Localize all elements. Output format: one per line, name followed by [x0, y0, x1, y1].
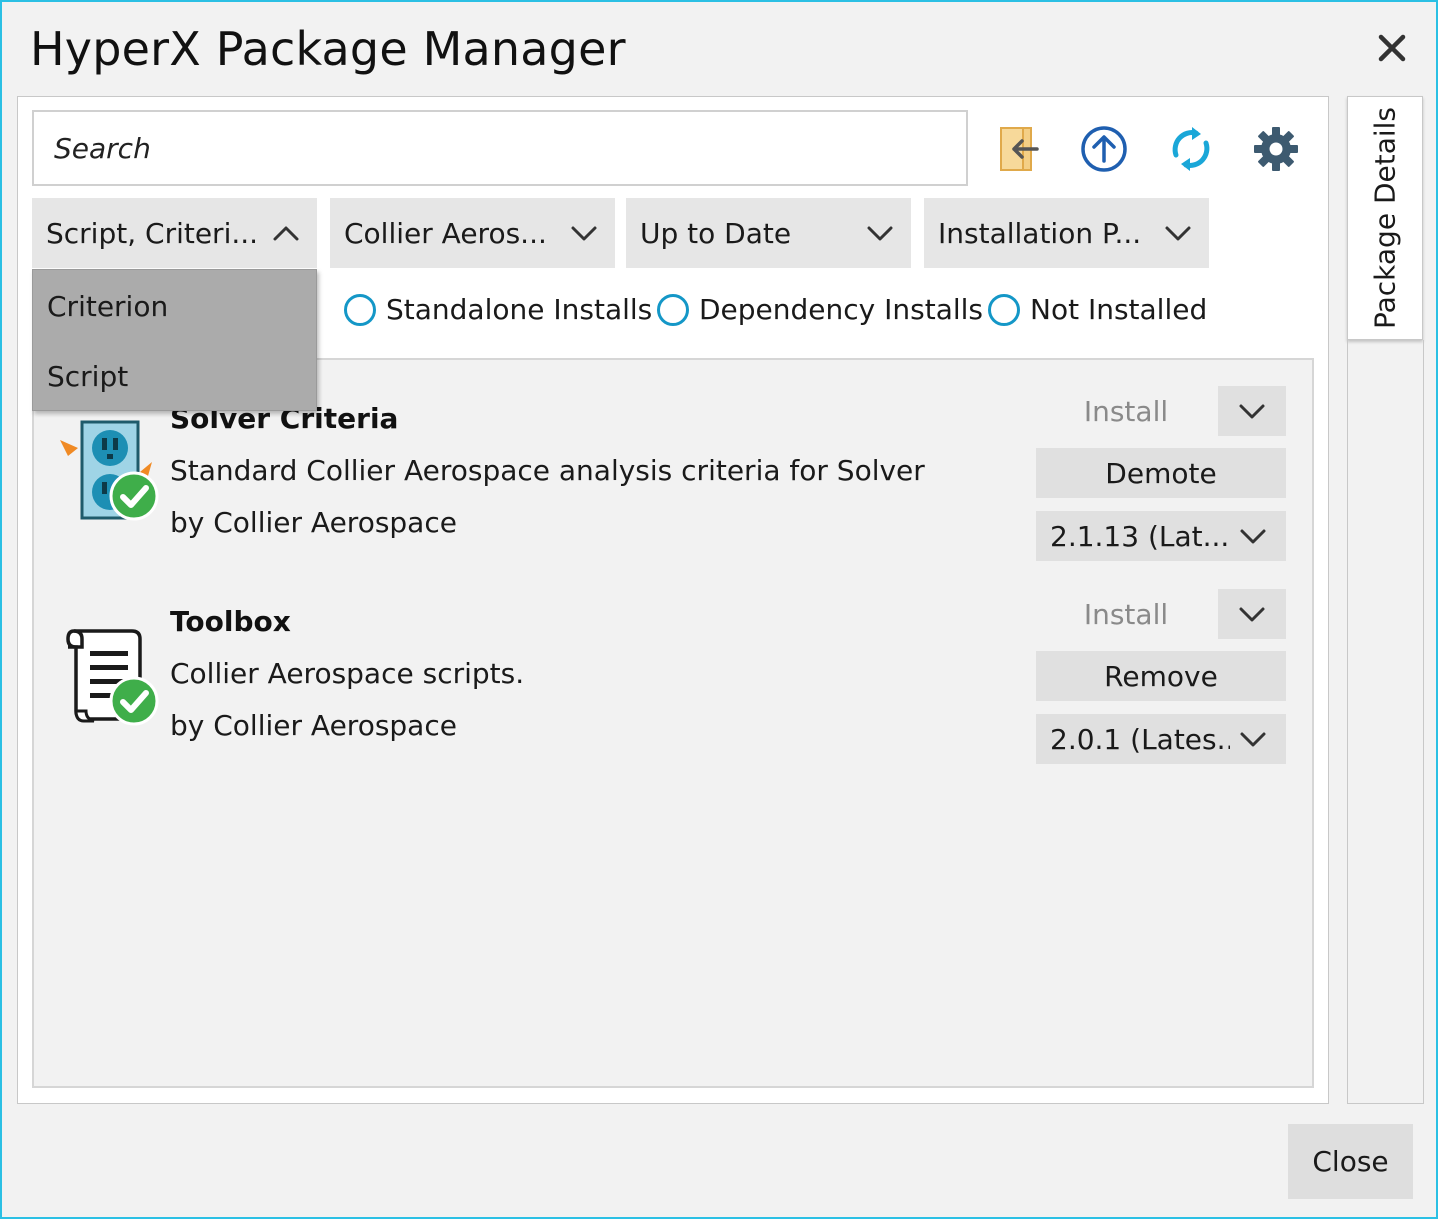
menu-item-script[interactable]: Script: [47, 360, 128, 393]
chevron-down-icon: [571, 226, 597, 241]
settings-icon: [1254, 127, 1298, 171]
package-manager-window: HyperX Package Manager Search Script, Cr…: [0, 0, 1438, 1219]
chevron-down-icon: [1240, 732, 1266, 747]
radio-not-installed-label: Not Installed: [1030, 293, 1208, 326]
chevron-down-icon: [867, 226, 893, 241]
scroll-icon: [52, 623, 162, 733]
status-filter-label: Up to Date: [640, 216, 792, 250]
package-list: Solver Criteria Standard Collier Aerospa…: [32, 358, 1314, 1088]
radio-circle[interactable]: [988, 293, 1020, 326]
type-filter-dropdown[interactable]: Script, Criteri...: [32, 198, 317, 268]
version-label: 2.0.1 (Lates...: [1050, 722, 1230, 756]
publisher-filter-dropdown[interactable]: Collier Aeros...: [330, 198, 615, 268]
package-author: by Collier Aerospace: [170, 709, 457, 742]
refresh-icon: [1172, 127, 1210, 171]
version-select[interactable]: 2.1.13 (Lat...: [1036, 511, 1286, 561]
version-label: 2.1.13 (Lat...: [1050, 519, 1230, 553]
main-panel: Script, Criteri... Collier Aeros... Up t…: [17, 96, 1329, 1104]
status-filter-dropdown[interactable]: Up to Date: [626, 198, 911, 268]
menu-item-criterion[interactable]: Criterion: [47, 290, 168, 323]
package-details-label: Package Details: [1368, 106, 1402, 330]
settings-button[interactable]: [1248, 121, 1304, 177]
upload-button[interactable]: [1076, 121, 1132, 177]
package-details-tab[interactable]: Package Details: [1347, 96, 1423, 340]
demote-button[interactable]: Demote: [1036, 448, 1286, 498]
window-title: HyperX Package Manager: [30, 22, 626, 76]
chevron-down-icon: [1165, 226, 1191, 241]
installation-filter-label: Installation P...: [938, 216, 1142, 250]
radio-circle[interactable]: [657, 293, 689, 326]
radio-dependency-installs[interactable]: Dependency Installs: [657, 293, 983, 326]
radio-standalone-label: Standalone Installs: [386, 293, 653, 326]
remove-button[interactable]: Remove: [1036, 651, 1286, 701]
chevron-down-icon: [1239, 404, 1265, 419]
window-close-button[interactable]: [1370, 26, 1414, 70]
publisher-filter-label: Collier Aeros...: [344, 216, 547, 250]
import-icon: [1000, 127, 1039, 171]
type-filter-label: Script, Criteri...: [46, 216, 259, 250]
install-options-dropdown[interactable]: [1218, 386, 1286, 436]
outlet-icon: [52, 418, 162, 528]
package-author: by Collier Aerospace: [170, 506, 457, 539]
upload-icon: [1081, 126, 1127, 172]
package-description: Standard Collier Aerospace analysis crit…: [170, 454, 925, 487]
radio-standalone-installs[interactable]: Standalone Installs: [344, 293, 652, 326]
package-description: Collier Aerospace scripts.: [170, 657, 525, 690]
side-panel-frame: [1347, 340, 1424, 1104]
install-button[interactable]: Install: [1036, 589, 1216, 639]
radio-dependency-label: Dependency Installs: [699, 293, 984, 326]
type-filter-menu: Criterion Script: [32, 269, 317, 411]
radio-not-installed[interactable]: Not Installed: [988, 293, 1207, 326]
refresh-button[interactable]: [1163, 121, 1219, 177]
install-button[interactable]: Install: [1036, 386, 1216, 436]
close-icon: [1378, 34, 1406, 62]
chevron-down-icon: [1240, 529, 1266, 544]
chevron-up-icon: [273, 226, 299, 241]
radio-circle[interactable]: [344, 293, 376, 326]
installation-filter-dropdown[interactable]: Installation P...: [924, 198, 1209, 268]
install-options-dropdown[interactable]: [1218, 589, 1286, 639]
package-name: Toolbox: [170, 605, 291, 638]
version-select[interactable]: 2.0.1 (Lates...: [1036, 714, 1286, 764]
search-input[interactable]: [32, 110, 968, 186]
close-button[interactable]: Close: [1288, 1124, 1413, 1199]
import-button[interactable]: [991, 121, 1047, 177]
chevron-down-icon: [1239, 607, 1265, 622]
